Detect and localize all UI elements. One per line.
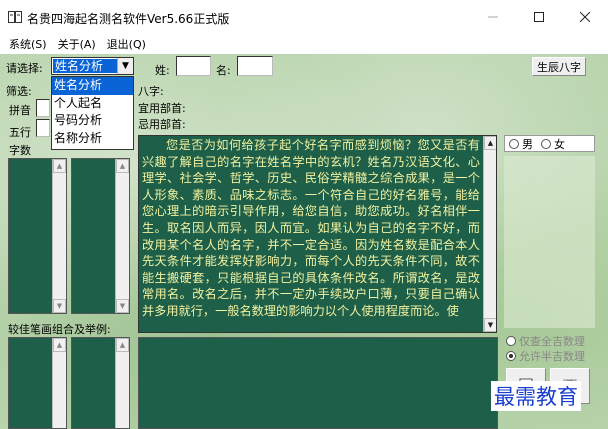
dropdown-option-number-analysis[interactable]: 号码分析 [52, 112, 133, 130]
show-all-label: 仅查全吉数理 [519, 335, 585, 348]
scroll-up-icon[interactable]: ▲ [484, 136, 496, 150]
pinyin-input[interactable] [36, 99, 50, 117]
pinyin-label: 拼音 [9, 104, 31, 117]
combo-list-2[interactable]: ▲ [71, 337, 130, 429]
given-name-input[interactable] [237, 56, 273, 76]
scroll-down-icon[interactable]: ▼ [484, 318, 496, 332]
select-label: 请选择: [6, 62, 43, 75]
window-title: 名贵四海起名测名软件Ver5.66正式版 [27, 12, 230, 26]
strokes-list-1[interactable]: ▲ ▼ [8, 158, 67, 314]
surname-input[interactable] [176, 56, 211, 76]
menu-exit[interactable]: 退出(Q) [107, 36, 146, 52]
bazi-label: 八字: [138, 85, 164, 98]
scrollbar[interactable]: ▲ ▼ [115, 159, 129, 313]
filter-label: 筛选: [6, 85, 32, 98]
allow-half-label: 允许半吉数理 [519, 350, 585, 363]
scrollbar[interactable]: ▲ [52, 338, 66, 428]
maximize-icon[interactable] [516, 0, 562, 34]
female-label: 女 [554, 137, 565, 151]
wuxing-label: 五行 [9, 126, 31, 139]
stroke-combo-label: 较佳笔画组合及举例: [8, 323, 111, 336]
app-icon [8, 11, 22, 23]
scroll-down-icon[interactable]: ▼ [53, 299, 66, 313]
surname-label: 姓: [155, 64, 170, 77]
preview-panel [504, 156, 595, 328]
close-icon[interactable] [562, 0, 608, 34]
strokes-list-2[interactable]: ▲ ▼ [71, 158, 130, 314]
scrollbar[interactable]: ▲ ▼ [52, 159, 66, 313]
result-panel [138, 337, 498, 429]
scroll-up-icon[interactable]: ▲ [53, 338, 66, 352]
title-bar: 名贵四海起名测名软件Ver5.66正式版 [0, 0, 608, 34]
allow-half-radio[interactable] [506, 351, 516, 361]
female-radio[interactable] [541, 138, 551, 149]
gender-selector: 男 女 [504, 135, 595, 152]
suitable-radicals-label: 宜用部首: [138, 102, 186, 115]
strokes-label: 字数 [9, 144, 31, 157]
dropdown-option-title-analysis[interactable]: 名称分析 [52, 130, 133, 148]
menu-about[interactable]: 关于(A) [58, 36, 96, 52]
menu-system[interactable]: 系统(S) [9, 36, 47, 52]
wuxing-input[interactable] [36, 119, 50, 137]
mode-select-value: 姓名分析 [53, 59, 117, 73]
mode-dropdown-list: 姓名分析 个人起名 号码分析 名称分析 [51, 76, 134, 150]
scroll-up-icon[interactable]: ▲ [116, 159, 129, 173]
given-name-label: 名: [216, 64, 231, 77]
description-text: 您是否为如何给孩子起个好名字而感到烦恼？您又是否有兴趣了解自己的名字在姓名学中的… [142, 138, 480, 318]
scrollbar[interactable]: ▲ [115, 338, 129, 428]
option-allow-half[interactable]: 允许半吉数理 [506, 348, 585, 364]
show-all-radio[interactable] [506, 336, 516, 346]
male-label: 男 [522, 137, 533, 151]
watermark-text: 最需教育 [491, 381, 581, 411]
avoid-radicals-label: 忌用部首: [138, 118, 186, 131]
chevron-down-icon[interactable]: ▼ [117, 58, 133, 74]
option-show-all[interactable]: 仅查全吉数理 [506, 333, 585, 349]
mode-select[interactable]: 姓名分析 ▼ [51, 57, 134, 75]
scroll-up-icon[interactable]: ▲ [53, 159, 66, 173]
dropdown-option-name-analysis[interactable]: 姓名分析 [52, 77, 133, 95]
scrollbar[interactable]: ▲ ▼ [483, 136, 496, 332]
dropdown-option-personal-naming[interactable]: 个人起名 [52, 95, 133, 113]
menu-bar: 系统(S) 关于(A) 退出(Q) [0, 34, 608, 54]
main-panel: 请选择: 姓名分析 ▼ 姓名分析 个人起名 号码分析 名称分析 姓: 名: 生辰… [0, 54, 608, 429]
male-radio[interactable] [509, 138, 519, 149]
scroll-up-icon[interactable]: ▲ [116, 338, 129, 352]
scroll-down-icon[interactable]: ▼ [116, 299, 129, 313]
birth-chart-button[interactable]: 生辰八字 [532, 57, 586, 76]
minimize-icon[interactable] [470, 0, 516, 34]
description-textarea[interactable]: 您是否为如何给孩子起个好名字而感到烦恼？您又是否有兴趣了解自己的名字在姓名学中的… [138, 135, 497, 333]
combo-list-1[interactable]: ▲ [8, 337, 67, 429]
